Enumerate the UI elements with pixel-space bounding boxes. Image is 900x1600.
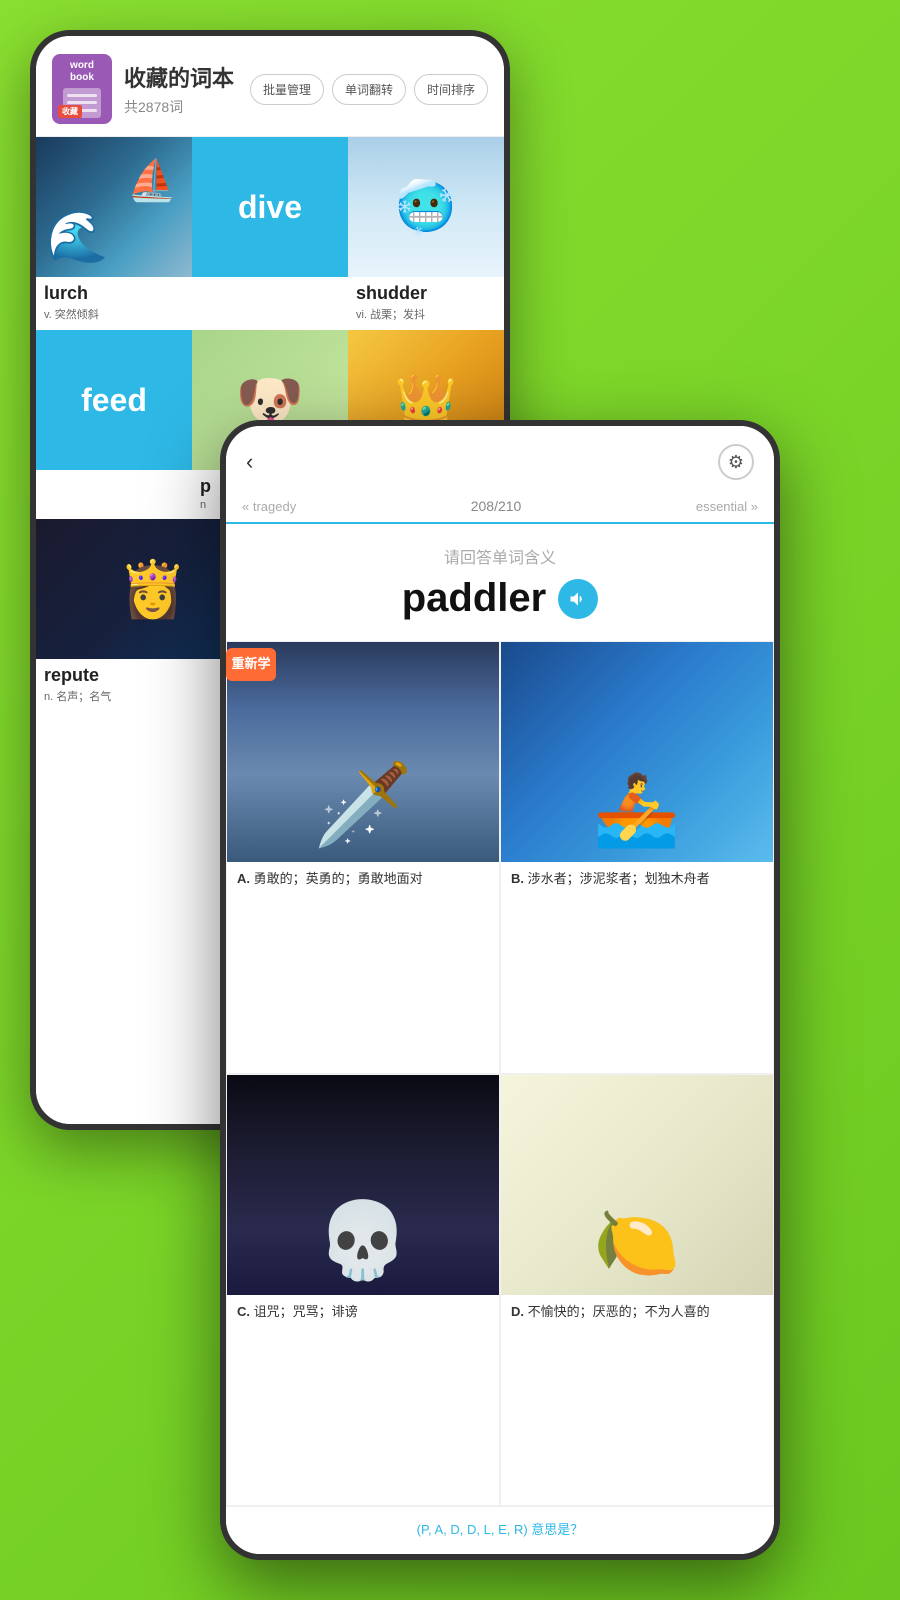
answer-c-image: 💀: [227, 1075, 499, 1295]
wordbook-badge: 收藏: [58, 105, 82, 118]
answer-c-label: C. 诅咒；咒骂；诽谤: [227, 1295, 499, 1355]
answer-b-label: B. 涉水者；涉泥浆者；划独木舟者: [501, 862, 773, 922]
answer-b-text: 涉水者；涉泥浆者；划独木舟者: [528, 871, 710, 886]
spell-hint: (P, A, D, D, L, E, R) 意思是？: [242, 1519, 758, 1538]
word-card-lurch[interactable]: lurch v. 突然倾斜: [36, 137, 192, 330]
dive-text: dive: [238, 189, 302, 226]
quiz-bottom: (P, A, D, D, L, E, R) 意思是？: [226, 1506, 774, 1554]
answer-a[interactable]: 🗡️ A. 勇敢的；英勇的；勇敢地面对: [226, 641, 500, 1074]
sound-icon: [568, 589, 588, 609]
answer-a-key: A.: [237, 871, 254, 886]
answer-d[interactable]: 🍋 D. 不愉快的；厌恶的；不为人喜的: [500, 1074, 774, 1507]
progress-count: 208/210: [471, 498, 522, 514]
word-card-shudder[interactable]: 🥶 shudder vi. 战栗；发抖: [348, 137, 504, 330]
quiz-topbar: ‹ ⚙: [226, 426, 774, 490]
answer-b-key: B.: [511, 871, 528, 886]
shudder-cn: vi. 战栗；发抖: [356, 306, 496, 322]
wordbook-count: 共2878词: [124, 97, 250, 117]
wordbook-title-area: 收藏的词本 共2878词: [124, 61, 250, 117]
answer-a-label: A. 勇敢的；英勇的；勇敢地面对: [227, 862, 499, 922]
word-row-1: lurch v. 突然倾斜 dive 🥶 shudder vi. 战栗；发抖: [36, 137, 504, 330]
wordbook-buttons: 批量管理 单词翻转 时间排序: [250, 74, 488, 105]
wordbook-title: 收藏的词本: [124, 61, 250, 93]
feed-text: feed: [81, 382, 147, 419]
word-card-dive[interactable]: dive: [192, 137, 348, 330]
answer-d-image: 🍋: [501, 1075, 773, 1295]
word-flip-btn[interactable]: 单词翻转: [332, 74, 406, 105]
feed-label: [36, 470, 192, 484]
dive-label: [192, 277, 348, 291]
back-button[interactable]: ‹: [246, 449, 253, 475]
wordbook-icon: wordbook 收藏: [52, 54, 112, 124]
wordbook-header: wordbook 收藏 收藏的词本 共2878词 批量管理 单词翻转 时间排序: [36, 36, 504, 137]
shudder-image: 🥶: [348, 137, 504, 277]
answer-b-image: 🚣: [501, 642, 773, 862]
shudder-label: shudder vi. 战栗；发抖: [348, 277, 504, 330]
answer-c-text: 诅咒；咒骂；诽谤: [254, 1304, 358, 1319]
dive-image: dive: [192, 137, 348, 277]
word-card-feed[interactable]: feed: [36, 330, 192, 519]
answer-grid: 🗡️ A. 勇敢的；英勇的；勇敢地面对 🚣 B. 涉水者；涉泥浆者；划独木舟者 …: [226, 641, 774, 1506]
answer-d-label: D. 不愉快的；厌恶的；不为人喜的: [501, 1295, 773, 1355]
feed-image: feed: [36, 330, 192, 470]
settings-button[interactable]: ⚙: [718, 444, 754, 480]
answer-a-text: 勇敢的；英勇的；勇敢地面对: [254, 871, 423, 886]
renew-badge[interactable]: 重新学: [226, 648, 276, 681]
time-sort-btn[interactable]: 时间排序: [414, 74, 488, 105]
quiz-instruction: 请回答单词含义: [226, 544, 774, 568]
shudder-en: shudder: [356, 283, 496, 304]
answer-d-text: 不愉快的；厌恶的；不为人喜的: [528, 1304, 710, 1319]
lurch-cn: v. 突然倾斜: [44, 306, 184, 322]
answer-c[interactable]: 💀 C. 诅咒；咒骂；诽谤: [226, 1074, 500, 1507]
quiz-word: paddler: [402, 576, 546, 621]
sound-button[interactable]: [558, 579, 598, 619]
prev-word[interactable]: « tragedy: [242, 499, 296, 514]
answer-c-key: C.: [237, 1304, 254, 1319]
answer-d-key: D.: [511, 1304, 528, 1319]
quiz-nav: « tragedy 208/210 essential »: [226, 490, 774, 524]
lurch-image: [36, 137, 192, 277]
quiz-word-row: paddler: [226, 576, 774, 621]
lurch-label: lurch v. 突然倾斜: [36, 277, 192, 330]
next-word[interactable]: essential »: [696, 499, 758, 514]
batch-manage-btn[interactable]: 批量管理: [250, 74, 324, 105]
lurch-en: lurch: [44, 283, 184, 304]
answer-b[interactable]: 🚣 B. 涉水者；涉泥浆者；划独木舟者: [500, 641, 774, 1074]
phone-front: ‹ ⚙ « tragedy 208/210 essential » 请回答单词含…: [220, 420, 780, 1560]
quiz-content: 请回答单词含义 paddler 🗡️ A. 勇敢的；英勇的；勇敢地面对: [226, 524, 774, 1554]
